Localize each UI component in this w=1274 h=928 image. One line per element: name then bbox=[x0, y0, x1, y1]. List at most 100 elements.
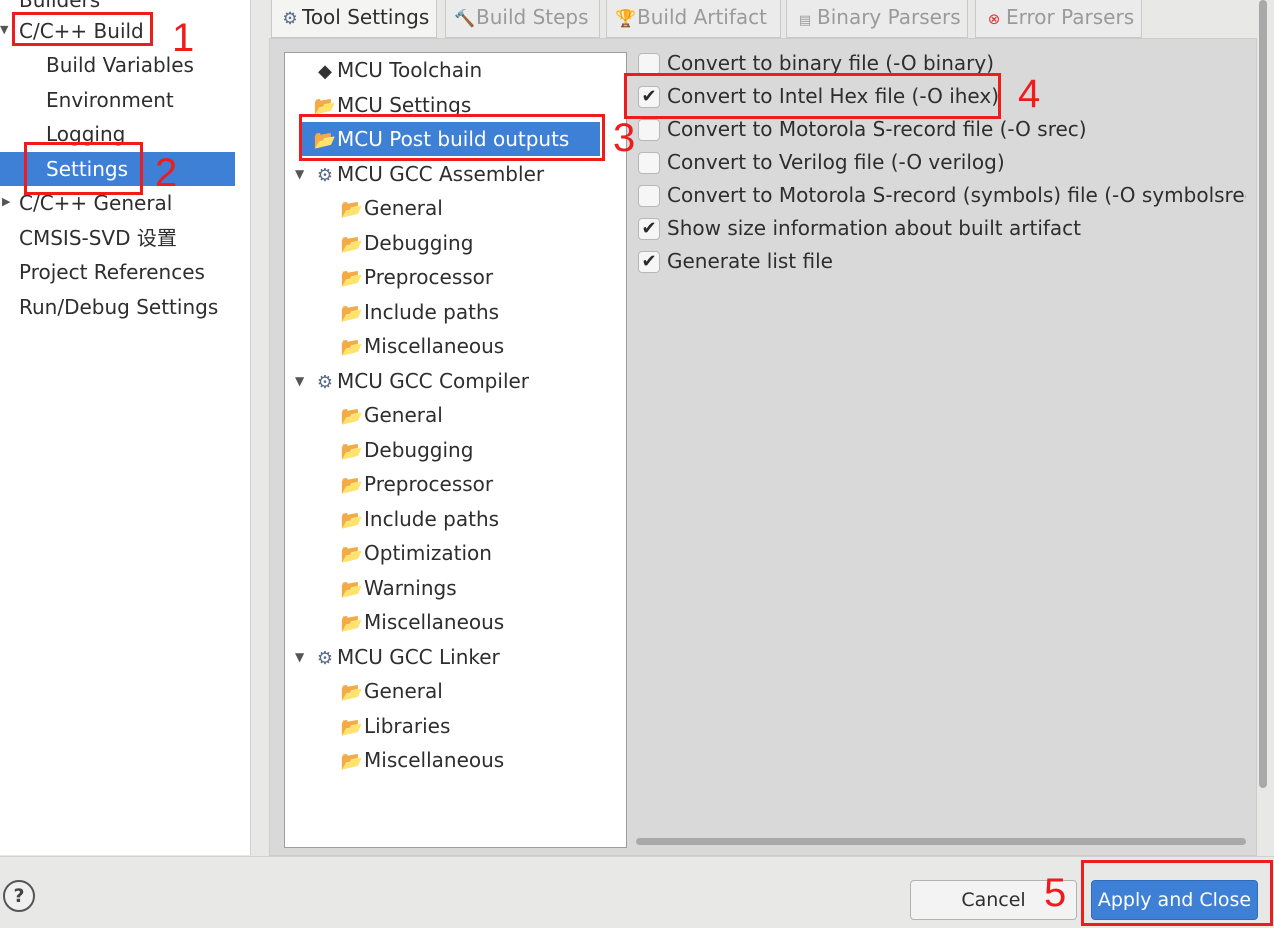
tree-item-compiler-miscellaneous[interactable]: 📂Miscellaneous bbox=[340, 605, 504, 639]
option-convert-symbolsrec[interactable]: Convert to Motorola S-record (symbols) f… bbox=[638, 179, 1246, 212]
annotation-number-3: 3 bbox=[613, 116, 636, 160]
checkbox[interactable] bbox=[638, 185, 660, 207]
tree-item-mcu-gcc-compiler[interactable]: ⚙ MCU GCC Compiler bbox=[313, 364, 529, 398]
tree-item-label: Include paths bbox=[364, 300, 500, 324]
tree-item-assembler-include-paths[interactable]: 📂Include paths bbox=[340, 295, 499, 329]
checkbox-checked[interactable]: ✔ bbox=[638, 251, 660, 273]
tree-item-label: Preprocessor bbox=[364, 265, 494, 289]
tree-item-mcu-settings[interactable]: 📂MCU Settings bbox=[313, 88, 471, 122]
settings-folder-icon: 📂 bbox=[340, 682, 364, 703]
tree-item-assembler-general[interactable]: 📂General bbox=[340, 191, 443, 225]
properties-nav-panel: Builders ▼ C/C++ Build Build Variables E… bbox=[0, 0, 251, 855]
tree-item-label: MCU Toolchain bbox=[337, 58, 483, 82]
tree-item-compiler-optimization[interactable]: 📂Optimization bbox=[340, 536, 492, 570]
tree-item-assembler-miscellaneous[interactable]: 📂Miscellaneous bbox=[340, 329, 504, 363]
tab-build-artifact[interactable]: 🏆Build Artifact bbox=[606, 0, 781, 38]
tree-item-label: MCU GCC Assembler bbox=[337, 162, 545, 186]
trophy-icon: 🏆 bbox=[615, 9, 637, 29]
settings-folder-icon: 📂 bbox=[340, 337, 364, 358]
collapse-caret-icon[interactable]: ▼ bbox=[295, 167, 304, 181]
tab-binary-parsers[interactable]: ▤ Binary Parsers bbox=[786, 0, 968, 38]
apply-and-close-button[interactable]: Apply and Close bbox=[1091, 880, 1258, 920]
binary-file-icon: ▤ bbox=[798, 13, 812, 28]
tree-item-label: Preprocessor bbox=[364, 472, 494, 496]
tree-item-label: Libraries bbox=[364, 714, 451, 738]
checkbox[interactable] bbox=[638, 53, 660, 75]
nav-item-label: Settings bbox=[46, 157, 129, 181]
tree-item-label: Debugging bbox=[364, 231, 474, 255]
settings-folder-icon: 📂 bbox=[313, 96, 337, 117]
tab-error-parsers[interactable]: ⊗ Error Parsers bbox=[975, 0, 1142, 38]
tree-item-mcu-gcc-assembler[interactable]: ⚙ MCU GCC Assembler bbox=[313, 157, 544, 191]
tree-item-assembler-preprocessor[interactable]: 📂Preprocessor bbox=[340, 260, 493, 294]
hammer-icon: 🔨 bbox=[454, 9, 476, 29]
tree-item-compiler-preprocessor[interactable]: 📂Preprocessor bbox=[340, 467, 493, 501]
nav-item-logging[interactable]: Logging bbox=[46, 117, 125, 151]
error-icon: ⊗ bbox=[987, 10, 1001, 28]
nav-item-environment[interactable]: Environment bbox=[46, 83, 174, 117]
tree-item-label: Warnings bbox=[364, 576, 457, 600]
tree-item-compiler-include-paths[interactable]: 📂Include paths bbox=[340, 502, 499, 536]
tree-item-label: General bbox=[364, 679, 443, 703]
tree-item-compiler-debugging[interactable]: 📂Debugging bbox=[340, 433, 474, 467]
checkbox-checked[interactable]: ✔ bbox=[638, 86, 660, 108]
nav-item-label: C/C++ Build bbox=[19, 19, 144, 43]
vertical-scrollbar[interactable] bbox=[1259, 0, 1267, 788]
tab-tool-settings[interactable]: ⚙ Tool Settings bbox=[271, 0, 437, 38]
nav-item-cpp-build[interactable]: C/C++ Build bbox=[19, 14, 144, 48]
settings-folder-icon: 📂 bbox=[340, 475, 364, 496]
tree-item-linker-miscellaneous[interactable]: 📂Miscellaneous bbox=[340, 743, 504, 777]
tree-item-label: Miscellaneous bbox=[364, 334, 505, 358]
checkbox[interactable] bbox=[638, 152, 660, 174]
tool-settings-tree[interactable]: ◆ MCU Toolchain 📂MCU Settings 📂MCU Post b… bbox=[284, 52, 627, 848]
horizontal-scrollbar[interactable] bbox=[636, 838, 1246, 845]
annotation-number-2: 2 bbox=[155, 151, 178, 195]
expand-caret-icon[interactable]: ▼ bbox=[0, 23, 8, 36]
checkbox[interactable] bbox=[638, 119, 660, 141]
nav-item-cmsis-svd[interactable]: CMSIS-SVD 设置 bbox=[19, 221, 177, 255]
option-label: Convert to Intel Hex file (-O ihex) bbox=[667, 84, 1000, 108]
tree-item-compiler-warnings[interactable]: 📂Warnings bbox=[340, 571, 457, 605]
settings-folder-icon: 📂 bbox=[340, 510, 364, 531]
option-label: Convert to Verilog file (-O verilog) bbox=[667, 150, 1005, 174]
tree-item-linker-libraries[interactable]: 📂Libraries bbox=[340, 709, 451, 743]
tree-item-label: Include paths bbox=[364, 507, 500, 531]
tree-item-mcu-toolchain[interactable]: ◆ MCU Toolchain bbox=[313, 53, 482, 87]
chip-icon: ◆ bbox=[318, 61, 332, 82]
nav-item-settings[interactable]: Settings bbox=[0, 152, 235, 186]
tree-item-assembler-debugging[interactable]: 📂Debugging bbox=[340, 226, 474, 260]
tree-item-mcu-post-build-outputs[interactable]: 📂MCU Post build outputs bbox=[300, 122, 600, 156]
option-label: Convert to binary file (-O binary) bbox=[667, 51, 995, 75]
nav-item-project-references[interactable]: Project References bbox=[19, 255, 205, 289]
dialog-button-bar bbox=[0, 856, 1274, 928]
nav-item-label: Run/Debug Settings bbox=[19, 295, 219, 319]
collapse-caret-icon[interactable]: ▼ bbox=[295, 650, 304, 664]
gear-icon: ⚙ bbox=[316, 165, 334, 186]
option-label: Generate list file bbox=[667, 249, 833, 273]
gear-icon: ⚙ bbox=[316, 648, 334, 669]
nav-item-run-debug-settings[interactable]: Run/Debug Settings bbox=[19, 290, 218, 324]
settings-folder-icon: 📂 bbox=[340, 406, 364, 427]
tree-item-compiler-general[interactable]: 📂General bbox=[340, 398, 443, 432]
nav-item-cpp-general[interactable]: C/C++ General bbox=[19, 186, 172, 220]
collapse-caret-icon[interactable]: ▼ bbox=[295, 374, 304, 388]
tree-item-label: MCU GCC Linker bbox=[337, 645, 500, 669]
collapse-caret-icon[interactable]: ▶ bbox=[2, 195, 10, 208]
tree-item-label: Optimization bbox=[364, 541, 492, 565]
nav-item-label: Logging bbox=[46, 122, 126, 146]
tree-item-linker-general[interactable]: 📂General bbox=[340, 674, 443, 708]
settings-folder-icon: 📂 bbox=[340, 234, 364, 255]
tree-item-label: MCU GCC Compiler bbox=[337, 369, 530, 393]
settings-folder-icon: 📂 bbox=[313, 130, 337, 151]
annotation-number-4: 4 bbox=[1018, 72, 1041, 116]
gear-icon: ⚙ bbox=[282, 9, 298, 29]
tab-label: Tool Settings bbox=[302, 5, 430, 29]
nav-item-label: Builders bbox=[19, 0, 101, 12]
tree-item-mcu-gcc-linker[interactable]: ⚙ MCU GCC Linker bbox=[313, 640, 500, 674]
annotation-number-5: 5 bbox=[1044, 871, 1067, 915]
settings-folder-icon: 📂 bbox=[340, 303, 364, 324]
checkbox-checked[interactable]: ✔ bbox=[638, 218, 660, 240]
tab-label: Build Steps bbox=[476, 5, 589, 29]
help-button[interactable]: ? bbox=[3, 880, 35, 912]
tab-build-steps[interactable]: 🔨Build Steps bbox=[445, 0, 600, 38]
